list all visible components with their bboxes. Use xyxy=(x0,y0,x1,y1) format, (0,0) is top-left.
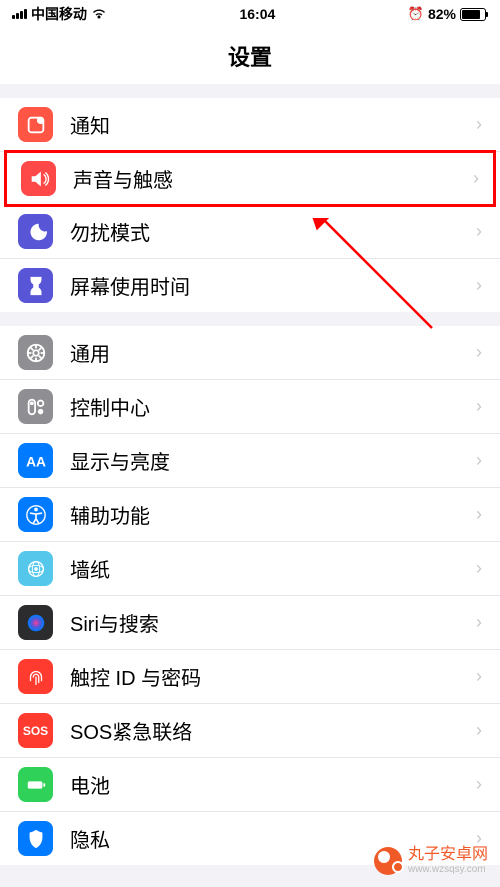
accessibility-icon xyxy=(18,497,53,532)
chevron-right-icon: › xyxy=(476,774,482,795)
settings-item-notifications[interactable]: 通知 › xyxy=(0,98,500,152)
page-title: 设置 xyxy=(228,40,272,72)
settings-group-2: 通用 › 控制中心 › AA 显示与亮度 › 辅助功能 › 墙纸 › Siri与… xyxy=(0,326,500,865)
signal-icon xyxy=(12,9,27,19)
watermark-label: 丸子安卓网 xyxy=(408,846,488,864)
settings-item-siri[interactable]: Siri与搜索 › xyxy=(0,596,500,650)
chevron-right-icon: › xyxy=(476,666,482,687)
chevron-right-icon: › xyxy=(473,168,479,189)
dnd-icon xyxy=(18,214,53,249)
wifi-icon xyxy=(91,8,107,20)
chevron-right-icon: › xyxy=(476,558,482,579)
settings-item-wallpaper[interactable]: 墙纸 › xyxy=(0,542,500,596)
watermark-url: www.wzsqsy.com xyxy=(408,864,488,875)
chevron-right-icon: › xyxy=(476,450,482,471)
chevron-right-icon: › xyxy=(476,114,482,135)
carrier-label: 中国移动 xyxy=(31,4,87,24)
item-label: 触控 ID 与密码 xyxy=(70,662,476,691)
privacy-icon xyxy=(18,821,53,856)
item-label: 电池 xyxy=(70,770,476,799)
page-header: 设置 xyxy=(0,28,500,84)
settings-item-display[interactable]: AA 显示与亮度 › xyxy=(0,434,500,488)
item-label: 墙纸 xyxy=(70,554,476,583)
settings-group-1: 通知 › 声音与触感 › 勿扰模式 › 屏幕使用时间 › xyxy=(0,98,500,312)
settings-item-battery[interactable]: 电池 › xyxy=(0,758,500,812)
battery-icon xyxy=(460,8,488,21)
chevron-right-icon: › xyxy=(476,504,482,525)
sos-text: SOS xyxy=(23,724,48,738)
settings-item-dnd[interactable]: 勿扰模式 › xyxy=(0,205,500,259)
chevron-right-icon: › xyxy=(476,396,482,417)
settings-item-screentime[interactable]: 屏幕使用时间 › xyxy=(0,259,500,312)
status-right: ⏰ 82% xyxy=(408,6,488,22)
item-label: 屏幕使用时间 xyxy=(70,271,476,300)
item-label: 控制中心 xyxy=(70,392,476,421)
group-separator xyxy=(0,312,500,326)
screentime-icon xyxy=(18,268,53,303)
settings-item-accessibility[interactable]: 辅助功能 › xyxy=(0,488,500,542)
general-icon xyxy=(18,335,53,370)
wallpaper-icon xyxy=(18,551,53,586)
sos-icon: SOS xyxy=(18,713,53,748)
chevron-right-icon: › xyxy=(476,275,482,296)
sounds-icon xyxy=(21,161,56,196)
item-label: 通知 xyxy=(70,110,476,139)
status-time: 16:04 xyxy=(239,6,275,22)
item-label: 辅助功能 xyxy=(70,500,476,529)
settings-item-sos[interactable]: SOS SOS紧急联络 › xyxy=(0,704,500,758)
item-label: SOS紧急联络 xyxy=(70,716,476,745)
watermark: 丸子安卓网 www.wzsqsy.com xyxy=(374,846,488,875)
settings-item-control-center[interactable]: 控制中心 › xyxy=(0,380,500,434)
display-icon: AA xyxy=(18,443,53,478)
notifications-icon xyxy=(18,107,53,142)
chevron-right-icon: › xyxy=(476,221,482,242)
item-label: 显示与亮度 xyxy=(70,446,476,475)
settings-item-sounds[interactable]: 声音与触感 › xyxy=(4,150,496,207)
item-label: 通用 xyxy=(70,338,476,367)
status-bar: 中国移动 16:04 ⏰ 82% xyxy=(0,0,500,28)
settings-item-touchid[interactable]: 触控 ID 与密码 › xyxy=(0,650,500,704)
control-center-icon xyxy=(18,389,53,424)
chevron-right-icon: › xyxy=(476,342,482,363)
item-label: 声音与触感 xyxy=(73,164,473,193)
item-label: Siri与搜索 xyxy=(70,608,476,637)
battery-icon xyxy=(18,767,53,802)
watermark-icon xyxy=(374,847,402,875)
chevron-right-icon: › xyxy=(476,720,482,741)
chevron-right-icon: › xyxy=(476,612,482,633)
group-separator xyxy=(0,84,500,98)
item-label: 勿扰模式 xyxy=(70,217,476,246)
battery-percent: 82% xyxy=(428,6,456,22)
status-left: 中国移动 xyxy=(12,4,107,24)
alarm-icon: ⏰ xyxy=(408,6,424,22)
siri-icon xyxy=(18,605,53,640)
svg-text:AA: AA xyxy=(26,454,46,469)
touchid-icon xyxy=(18,659,53,694)
settings-item-general[interactable]: 通用 › xyxy=(0,326,500,380)
